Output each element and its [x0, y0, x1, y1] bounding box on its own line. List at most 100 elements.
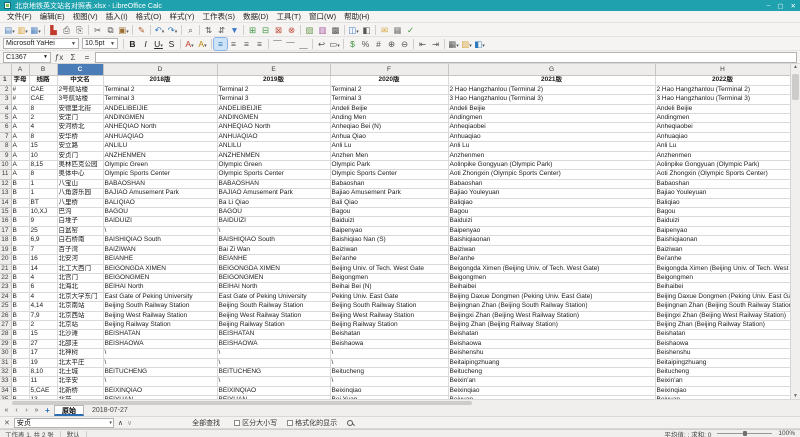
cell[interactable]: Beijingxi Zhan (Beijing West Railway Sta… — [448, 311, 655, 320]
cell[interactable]: B — [11, 339, 29, 348]
undo-icon[interactable]: ↶▾ — [153, 24, 166, 36]
cell[interactable]: Terminal 3 — [103, 95, 217, 104]
cell[interactable]: B — [11, 198, 29, 207]
row-header[interactable]: 3 — [0, 95, 11, 104]
cell[interactable]: Beitaipingzhuang — [655, 358, 790, 367]
cell[interactable]: Aolinpike Gongyuan (Olympic Park) — [448, 161, 655, 170]
cell[interactable]: 1 — [29, 189, 57, 198]
formula-icon[interactable]: = — [81, 53, 93, 62]
delete-row-icon[interactable]: ⊠ — [272, 24, 285, 36]
cell[interactable]: 9 — [29, 217, 57, 226]
cell[interactable]: Beijing Railway Station — [330, 320, 448, 329]
cell[interactable]: 安定门 — [57, 114, 103, 123]
cell[interactable]: Baishiqiao Nan (S) — [330, 236, 448, 245]
row-header[interactable]: 18 — [0, 236, 11, 245]
cell[interactable]: ANZHENMEN — [103, 151, 217, 160]
row-header[interactable]: 2 — [0, 85, 11, 94]
add-decimal-icon[interactable]: ⊕ — [385, 38, 398, 50]
cell[interactable]: Baliqiao — [448, 198, 655, 207]
format-currency-icon[interactable]: $ — [346, 38, 359, 50]
cell[interactable]: 1 — [29, 179, 57, 188]
cell[interactable]: Beigongmen — [448, 273, 655, 282]
cell[interactable]: 北安河 — [57, 255, 103, 264]
cell[interactable]: Bagou — [448, 208, 655, 217]
cell[interactable]: Peking Univ. East Gate — [330, 292, 448, 301]
cell[interactable]: B — [11, 311, 29, 320]
row-header[interactable]: 19 — [0, 245, 11, 254]
cell[interactable]: BABAOSHAN — [103, 179, 217, 188]
cell[interactable]: Andeli Beijie — [655, 104, 790, 113]
cell[interactable]: 3号航站楼 — [57, 95, 103, 104]
cell[interactable]: Anheqiaobei — [655, 123, 790, 132]
row-header[interactable]: 29 — [0, 339, 11, 348]
underline-icon[interactable]: U▾ — [152, 38, 165, 50]
function-wizard-icon[interactable]: ƒx — [53, 53, 65, 62]
copy-icon[interactable]: ⧉ — [104, 24, 117, 36]
row-header[interactable]: 30 — [0, 349, 11, 358]
select-all-corner[interactable] — [0, 64, 11, 76]
cell[interactable]: Beixin'an — [448, 377, 655, 386]
cell[interactable]: B — [11, 367, 29, 376]
sort-ascending-icon[interactable]: ⇅ — [202, 24, 215, 36]
row-header[interactable]: 24 — [0, 292, 11, 301]
cell[interactable]: BAIDUIZI — [103, 217, 217, 226]
insert-column-icon[interactable]: ⊟ — [259, 24, 272, 36]
sheet-tab-0[interactable]: 原始 — [54, 405, 84, 416]
cell[interactable]: Beijing Daxue Dongmen (Peking Univ. East… — [655, 292, 790, 301]
cell[interactable]: Beitucheng — [655, 367, 790, 376]
cell[interactable]: A — [11, 170, 29, 179]
cell[interactable]: 5,CAE — [29, 386, 57, 395]
cell[interactable]: B — [11, 264, 29, 273]
cell[interactable]: Bei'anhe — [330, 255, 448, 264]
cell[interactable]: Bajiao Youleyuan — [448, 189, 655, 198]
decrease-indent-icon[interactable]: ⇤ — [416, 38, 429, 50]
row-header[interactable]: 23 — [0, 283, 11, 292]
close-button[interactable]: ✕ — [791, 2, 796, 10]
cell[interactable]: Baiduizi — [448, 217, 655, 226]
row-header[interactable]: 7 — [0, 132, 11, 141]
cell[interactable]: BEIGONGMEN — [217, 273, 330, 282]
cell[interactable]: ANDINGMEN — [103, 114, 217, 123]
italic-icon[interactable]: I — [139, 38, 152, 50]
cell[interactable]: B — [11, 226, 29, 235]
cell[interactable]: Baliqiao — [655, 198, 790, 207]
menu-item-3[interactable]: 插入(I) — [102, 10, 132, 23]
find-previous-icon[interactable]: ∧ — [118, 419, 123, 427]
cell[interactable]: Andeli Beijie — [448, 104, 655, 113]
cell[interactable]: 16 — [29, 255, 57, 264]
row-header[interactable]: 17 — [0, 226, 11, 235]
cell[interactable]: BEIGONGDA XIMEN — [103, 264, 217, 273]
minimize-button[interactable]: – — [767, 2, 771, 10]
cell[interactable]: A — [11, 142, 29, 151]
cell[interactable]: \ — [103, 226, 217, 235]
cell[interactable]: Bajiao Amusement Park — [330, 189, 448, 198]
sum-icon[interactable]: Σ — [67, 53, 79, 62]
cell[interactable]: Beijingnan Zhan (Beijing South Railway S… — [655, 302, 790, 311]
save-icon[interactable]: ▦▾ — [29, 24, 42, 36]
maximize-button[interactable]: ▢ — [777, 2, 783, 10]
cell[interactable]: Anhuaqiao — [448, 132, 655, 141]
cell[interactable]: Beitaipingzhuang — [448, 358, 655, 367]
cell[interactable]: Ba Li Qiao — [217, 198, 330, 207]
cell[interactable]: Aoti Zhongxin (Olympic Sports Center) — [655, 170, 790, 179]
cell[interactable]: BEIANHE — [103, 255, 217, 264]
cell[interactable]: Olympic Sports Center — [330, 170, 448, 179]
insert-comment-icon[interactable]: ✉ — [378, 24, 391, 36]
row-header[interactable]: 8 — [0, 142, 11, 151]
cell[interactable]: 北沙滩 — [57, 330, 103, 339]
cell[interactable]: Anli Lu — [448, 142, 655, 151]
next-sheet-icon[interactable]: › — [22, 407, 31, 414]
cell[interactable]: Bei'anhe — [655, 255, 790, 264]
cell[interactable]: Baipenyao — [448, 226, 655, 235]
column-header-D[interactable]: D — [103, 64, 217, 76]
cell[interactable]: B — [11, 386, 29, 395]
row-header[interactable]: 16 — [0, 217, 11, 226]
cell[interactable]: Beihaibei — [448, 283, 655, 292]
cell[interactable]: BAJIAO Amusement Park — [103, 189, 217, 198]
cell[interactable]: BAGOU — [217, 208, 330, 217]
row-header[interactable]: 5 — [0, 114, 11, 123]
spelling-icon[interactable]: ✓ — [404, 24, 417, 36]
cell[interactable]: B — [11, 273, 29, 282]
cell[interactable]: Beihai Bei (N) — [330, 283, 448, 292]
cell[interactable]: 北宫门 — [57, 273, 103, 282]
